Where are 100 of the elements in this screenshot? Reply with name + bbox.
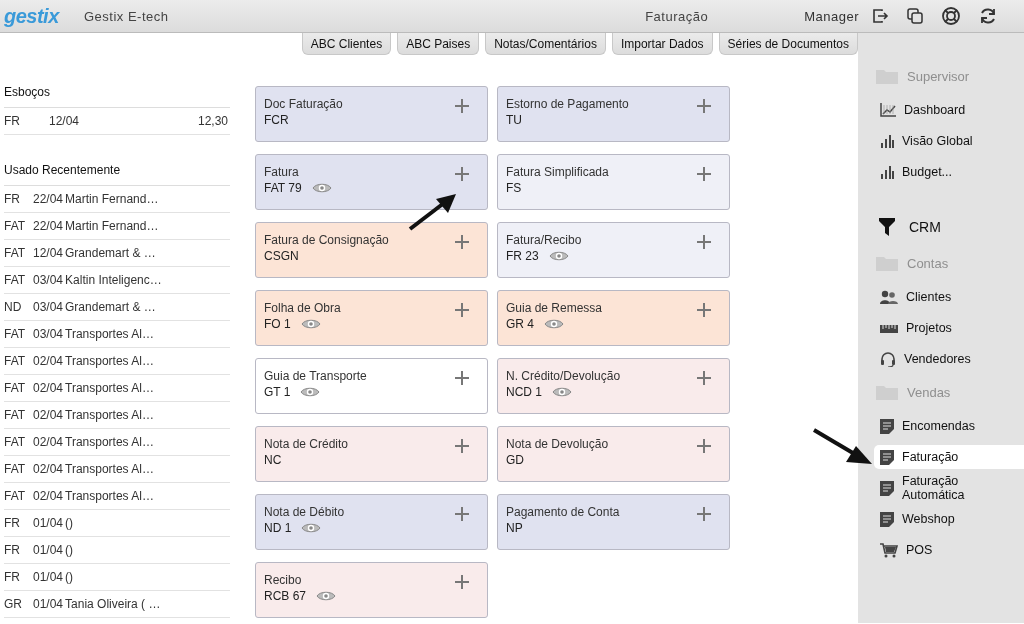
doc-date: 02/04 (33, 408, 64, 422)
plus-icon[interactable] (697, 371, 711, 385)
plus-icon[interactable] (455, 99, 469, 113)
plus-icon[interactable] (697, 439, 711, 453)
eye-icon[interactable] (300, 386, 321, 398)
plus-icon[interactable] (697, 167, 711, 181)
document-card[interactable]: Nota de Débito ND 1 (255, 494, 488, 550)
plus-icon[interactable] (455, 507, 469, 521)
customer-name[interactable]: Tania Oliveira ( … (65, 597, 161, 611)
document-card[interactable]: Pagamento de Conta NP (497, 494, 730, 550)
customer-name[interactable]: Transportes Al… (65, 354, 154, 368)
nav-item[interactable]: Vendedores (876, 347, 1024, 371)
document-code: FAT 79 (264, 181, 302, 195)
help-icon[interactable] (941, 6, 961, 26)
document-name: Fatura (264, 165, 300, 179)
nav-label: Webshop (902, 512, 955, 526)
plus-icon[interactable] (697, 507, 711, 521)
document-card[interactable]: N. Crédito/Devolução NCD 1 (497, 358, 730, 414)
tab[interactable]: ABC Paises (397, 33, 480, 55)
customer-name[interactable]: () (65, 570, 74, 584)
copy-icon[interactable] (906, 7, 924, 25)
nav-item[interactable]: Visão Global (876, 129, 1024, 153)
nav-label: Faturação Automática (902, 474, 966, 502)
company-name: Gestix E-tech (84, 8, 169, 24)
customer-name[interactable]: Transportes Al… (65, 462, 154, 476)
document-card[interactable]: Fatura FAT 79 (255, 154, 488, 210)
plus-icon[interactable] (697, 235, 711, 249)
doc-date: 22/04 (33, 219, 64, 233)
nav-item[interactable]: Budget... (876, 160, 1024, 184)
plus-icon[interactable] (455, 575, 469, 589)
nav-item[interactable]: CRM (876, 212, 1024, 242)
plus-icon[interactable] (455, 303, 469, 317)
nav-item[interactable]: Encomendas (876, 414, 1024, 438)
nav-item[interactable]: Clientes (876, 285, 1024, 309)
document-card[interactable]: Fatura Simplificada FS (497, 154, 730, 210)
document-card[interactable]: Estorno de Pagamento TU (497, 86, 730, 142)
customer-name[interactable]: Transportes Al… (65, 408, 154, 422)
doc-type: FR (4, 192, 21, 206)
document-name: Pagamento de Conta (506, 505, 620, 519)
nav-item[interactable]: Faturação Automática (876, 476, 1024, 500)
document-icon (880, 511, 894, 527)
eye-icon[interactable] (300, 318, 321, 330)
nav-item[interactable]: Dashboard (876, 98, 1024, 122)
doc-date: 01/04 (33, 516, 64, 530)
customer-name[interactable]: Martin Fernand… (65, 192, 159, 206)
customer-name[interactable]: Grandemart & … (65, 246, 156, 260)
plus-icon[interactable] (697, 303, 711, 317)
tab[interactable]: Séries de Documentos (718, 33, 858, 55)
eye-icon[interactable] (552, 386, 572, 398)
customer-name[interactable]: Transportes Al… (65, 435, 154, 449)
doc-type: FAT (4, 327, 27, 341)
document-card[interactable]: Guia de Remessa GR 4 (497, 290, 730, 346)
tab[interactable]: Importar Dados (611, 33, 713, 55)
document-code: FO 1 (264, 317, 291, 331)
document-card[interactable]: Guia de Transporte GT 1 (255, 358, 488, 414)
document-name: Nota de Devolução (506, 437, 609, 451)
tab[interactable]: Notas/Comentários (485, 33, 606, 55)
customer-name[interactable]: Kaltin Inteligenc… (65, 273, 162, 287)
customer-name[interactable]: () (65, 516, 74, 530)
customer-name[interactable]: Martin Fernand… (65, 219, 159, 233)
customer-name[interactable]: Transportes Al… (65, 327, 154, 341)
eye-icon[interactable] (311, 182, 332, 194)
customer-name[interactable]: Transportes Al… (65, 381, 154, 395)
plus-icon[interactable] (455, 371, 469, 385)
nav-item[interactable]: Webshop (876, 507, 1024, 531)
customer-name[interactable]: Grandemart & … (65, 300, 156, 314)
document-card[interactable]: Nota de Devolução GD (497, 426, 730, 482)
eye-icon[interactable] (316, 590, 337, 602)
eye-icon[interactable] (548, 250, 569, 262)
nav-label: Projetos (906, 321, 952, 335)
people-icon (880, 290, 898, 304)
plus-icon[interactable] (455, 439, 469, 453)
plus-icon[interactable] (455, 235, 469, 249)
nav-item[interactable]: Projetos (876, 316, 1024, 340)
customer-name[interactable]: () (65, 543, 74, 557)
document-card[interactable]: Recibo RCB 67 (255, 562, 488, 618)
plus-icon[interactable] (455, 167, 469, 181)
eye-icon[interactable] (301, 522, 322, 534)
nav-label: Dashboard (904, 103, 966, 117)
document-name: N. Crédito/Devolução (506, 369, 621, 383)
customer-name[interactable]: Transportes Al… (65, 489, 154, 503)
tab[interactable]: ABC Clientes (301, 33, 392, 55)
document-card[interactable]: Fatura/Recibo FR 23 (497, 222, 730, 278)
funnel-icon (879, 218, 895, 236)
document-code: GR 4 (506, 317, 534, 331)
document-card[interactable]: Nota de Crédito NC (255, 426, 488, 482)
document-card[interactable]: Folha de Obra FO 1 (255, 290, 488, 346)
section-title: Esboços (4, 85, 230, 108)
plus-icon[interactable] (697, 99, 711, 113)
doc-type: GR (4, 597, 23, 611)
eye-icon[interactable] (544, 318, 564, 330)
nav-item[interactable]: Faturação (874, 445, 1024, 469)
document-card[interactable]: Fatura de Consignação CSGN (255, 222, 488, 278)
user-name[interactable]: Manager (804, 8, 859, 24)
document-name: Guia de Remessa (506, 301, 603, 315)
refresh-icon[interactable] (978, 6, 998, 26)
document-code: ND 1 (264, 521, 292, 535)
document-card[interactable]: Doc Faturação FCR (255, 86, 488, 142)
logout-icon[interactable] (871, 7, 889, 25)
nav-item[interactable]: POS (876, 538, 1024, 562)
